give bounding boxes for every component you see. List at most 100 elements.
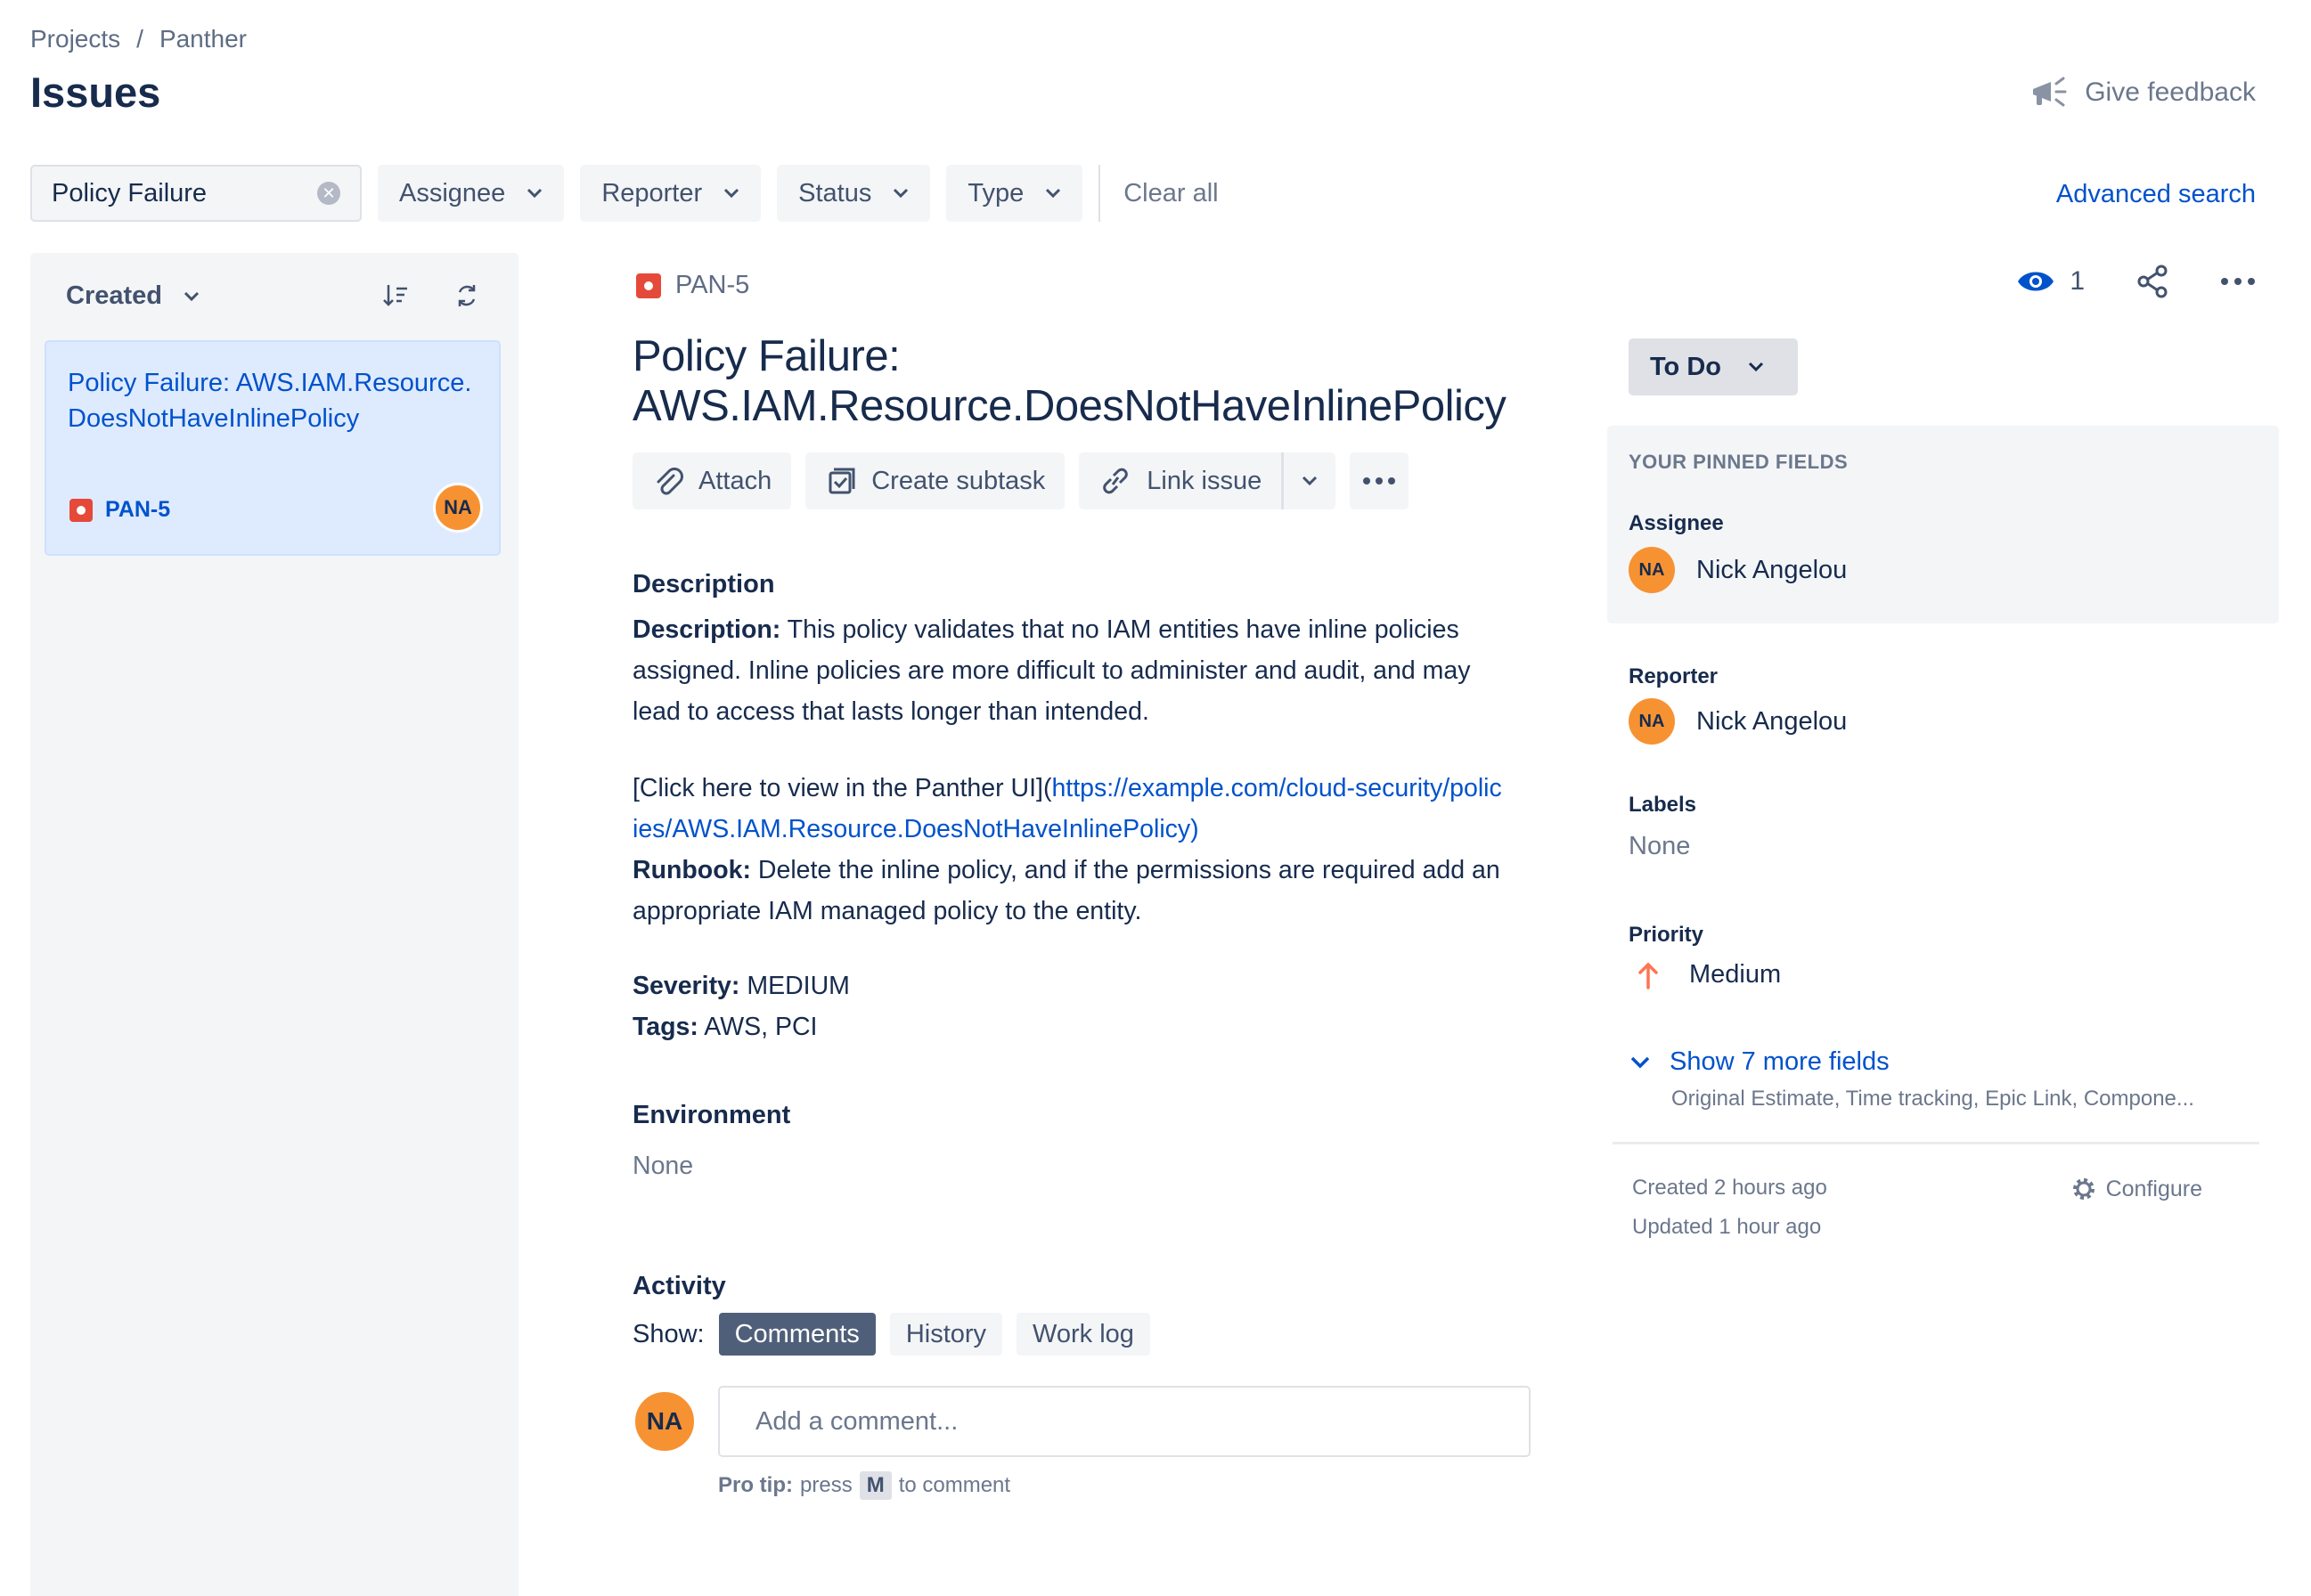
tab-comments[interactable]: Comments — [718, 1313, 876, 1356]
created-timestamp: Created 2 hours ago — [1632, 1176, 1827, 1200]
pro-tip-key: M — [859, 1471, 892, 1500]
priority-value: Medium — [1689, 960, 1782, 989]
priority-label: Priority — [1629, 923, 1704, 947]
link-issue-dropdown[interactable] — [1281, 452, 1336, 509]
advanced-search-link[interactable]: Advanced search — [2056, 180, 2256, 209]
subtask-icon — [825, 465, 857, 497]
priority-field[interactable]: Medium — [1637, 960, 1781, 989]
runbook-label: Runbook: — [633, 856, 751, 884]
link-issue-button[interactable]: Link issue — [1079, 452, 1282, 509]
show-more-label: Show 7 more fields — [1670, 1047, 1890, 1076]
avatar: NA — [633, 1389, 697, 1454]
pro-tip-press: press — [800, 1473, 853, 1497]
assignee-field[interactable]: NA Nick Angelou — [1629, 547, 1847, 593]
create-subtask-button[interactable]: Create subtask — [805, 452, 1066, 509]
filter-bar: Policy Failure ✕ Assignee Reporter Statu… — [30, 165, 1219, 222]
tab-history[interactable]: History — [889, 1313, 1003, 1356]
type-filter[interactable]: Type — [946, 165, 1083, 222]
comment-placeholder: Add a comment... — [755, 1406, 959, 1436]
share-icon[interactable] — [2135, 264, 2170, 299]
environment-heading: Environment — [633, 1101, 791, 1129]
watchers-count: 1 — [2070, 266, 2085, 296]
more-icon[interactable] — [2220, 277, 2256, 286]
issue-dates: Created 2 hours ago Updated 1 hour ago — [1632, 1168, 1827, 1247]
chevron-down-icon — [527, 188, 543, 199]
breadcrumb-projects[interactable]: Projects — [30, 25, 120, 53]
reporter-filter[interactable]: Reporter — [580, 165, 762, 222]
updated-timestamp: Updated 1 hour ago — [1632, 1215, 1822, 1239]
avatar: NA — [1629, 547, 1675, 593]
breadcrumb-separator: / — [136, 25, 143, 53]
description-text[interactable]: Description: This policy validates that … — [633, 609, 1506, 732]
tab-work-log[interactable]: Work log — [1017, 1313, 1150, 1356]
assignee-name: Nick Angelou — [1696, 555, 1848, 584]
gear-icon — [2069, 1174, 2099, 1204]
issue-title[interactable]: Policy Failure: AWS.IAM.Resource.DoesNot… — [633, 331, 1532, 431]
eye-icon — [2016, 267, 2055, 296]
reporter-name: Nick Angelou — [1696, 706, 1848, 736]
description-label: Description: — [633, 615, 781, 644]
issue-key-breadcrumb[interactable]: PAN-5 — [636, 271, 749, 300]
assignee-filter[interactable]: Assignee — [378, 165, 565, 222]
type-filter-label: Type — [968, 178, 1025, 208]
attach-button[interactable]: Attach — [633, 452, 792, 509]
sort-dropdown[interactable]: Created — [66, 281, 200, 311]
status-label: To Do — [1650, 352, 1721, 381]
page-title: Issues — [30, 69, 161, 116]
reporter-filter-label: Reporter — [601, 178, 703, 208]
reporter-field[interactable]: NA Nick Angelou — [1629, 698, 1847, 745]
clear-search-icon[interactable]: ✕ — [317, 182, 340, 205]
breadcrumb: Projects / Panther — [30, 25, 247, 53]
description-links: [Click here to view in the Panther UI](h… — [633, 768, 1506, 932]
configure-label: Configure — [2105, 1176, 2202, 1201]
pinned-fields-heading: YOUR PINNED FIELDS — [1629, 451, 1849, 473]
list-item-key-label: PAN-5 — [105, 497, 171, 522]
labels-value[interactable]: None — [1629, 832, 1690, 861]
divider — [1613, 1142, 2259, 1144]
chevron-down-icon — [1748, 362, 1764, 372]
pro-tip-label: Pro tip: — [718, 1473, 793, 1497]
refresh-icon[interactable] — [453, 281, 481, 310]
comment-input[interactable]: Add a comment... — [718, 1386, 1531, 1457]
issue-actions: Attach Create subtask Link issue — [633, 452, 1409, 509]
avatar: NA — [1629, 698, 1675, 745]
activity-tabs: Show: Comments History Work log — [633, 1313, 1150, 1356]
bug-icon — [636, 273, 661, 298]
show-label: Show: — [633, 1319, 705, 1348]
chevron-down-icon — [1045, 188, 1061, 199]
status-dropdown[interactable]: To Do — [1629, 338, 1798, 395]
description-heading: Description — [633, 570, 775, 598]
configure-button[interactable]: Configure — [2069, 1174, 2202, 1204]
environment-value[interactable]: None — [633, 1145, 693, 1186]
give-feedback-button[interactable]: Give feedback — [2029, 75, 2256, 110]
issue-list-panel: Created Policy Failure: AWS.IAM.Resource… — [30, 253, 519, 1596]
assignee-filter-label: Assignee — [399, 178, 506, 208]
more-actions-button[interactable] — [1350, 452, 1409, 509]
link-issue-label: Link issue — [1147, 466, 1262, 495]
severity-line: Severity: MEDIUM Tags: AWS, PCI — [633, 965, 850, 1047]
assignee-label: Assignee — [1629, 511, 1724, 535]
clear-all-button[interactable]: Clear all — [1123, 179, 1218, 208]
watch-button[interactable]: 1 — [2016, 266, 2085, 297]
labels-label: Labels — [1629, 793, 1697, 817]
status-filter-label: Status — [798, 178, 872, 208]
list-item-title: Policy Failure: AWS.IAM.Resource.DoesNot… — [68, 369, 472, 433]
sort-order-icon[interactable] — [381, 281, 410, 310]
list-item[interactable]: Policy Failure: AWS.IAM.Resource.DoesNot… — [45, 340, 501, 556]
show-more-fields-button[interactable]: Show 7 more fields — [1630, 1047, 1890, 1077]
issue-toolbar: 1 — [2016, 264, 2256, 299]
tags-label: Tags: — [633, 1013, 698, 1041]
more-fields-list: Original Estimate, Time tracking, Epic L… — [1671, 1087, 2194, 1111]
give-feedback-label: Give feedback — [2085, 77, 2256, 107]
create-subtask-label: Create subtask — [871, 466, 1046, 495]
sort-label: Created — [66, 281, 162, 310]
status-filter[interactable]: Status — [777, 165, 931, 222]
severity-label: Severity: — [633, 972, 740, 1000]
megaphone-icon — [2029, 75, 2069, 110]
breadcrumb-project[interactable]: Panther — [159, 25, 247, 53]
panther-link-prefix: [Click here to view in the Panther UI]( — [633, 774, 1052, 802]
avatar: NA — [433, 483, 483, 533]
list-item-key: PAN-5 — [69, 497, 170, 523]
attach-label: Attach — [698, 466, 772, 495]
search-input[interactable]: Policy Failure ✕ — [30, 165, 362, 222]
